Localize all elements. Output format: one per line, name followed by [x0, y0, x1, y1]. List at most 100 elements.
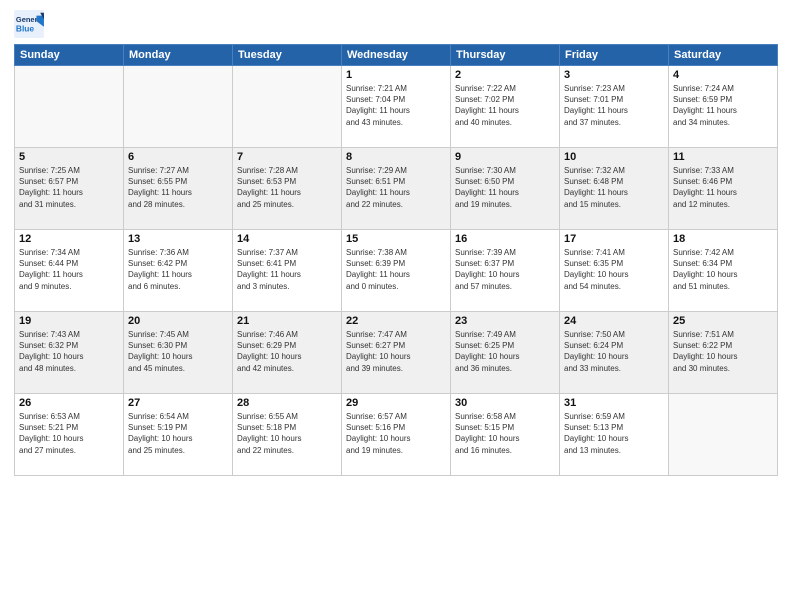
day-number: 1 [346, 69, 446, 81]
weekday-header: Tuesday [233, 45, 342, 66]
calendar-week-row: 19 Sunrise: 7:43 AM Sunset: 6:32 PM Dayli… [15, 312, 778, 394]
day-info: Sunrise: 6:54 AM Sunset: 5:19 PM Dayligh… [128, 411, 228, 456]
weekday-header-row: SundayMondayTuesdayWednesdayThursdayFrid… [15, 45, 778, 66]
day-number: 11 [673, 151, 773, 163]
logo: General Blue [14, 10, 44, 38]
day-number: 14 [237, 233, 337, 245]
calendar-week-row: 5 Sunrise: 7:25 AM Sunset: 6:57 PM Daylig… [15, 148, 778, 230]
day-info: Sunrise: 7:43 AM Sunset: 6:32 PM Dayligh… [19, 329, 119, 374]
calendar-cell: 8 Sunrise: 7:29 AM Sunset: 6:51 PM Daylig… [342, 148, 451, 230]
calendar-cell: 21Sunrise: 7:46 AM Sunset: 6:29 PM Dayli… [233, 312, 342, 394]
calendar-cell: 24 Sunrise: 7:50 AM Sunset: 6:24 PM Dayli… [560, 312, 669, 394]
calendar-cell: 29 Sunrise: 6:57 AM Sunset: 5:16 PM Dayli… [342, 394, 451, 476]
logo-icon: General Blue [14, 10, 44, 38]
weekday-header: Sunday [15, 45, 124, 66]
day-info: Sunrise: 7:37 AM Sunset: 6:41 PM Dayligh… [237, 247, 337, 292]
day-info: Sunrise: 7:29 AM Sunset: 6:51 PM Dayligh… [346, 165, 446, 210]
calendar-cell: 31 Sunrise: 6:59 AM Sunset: 5:13 PM Dayli… [560, 394, 669, 476]
day-info: Sunrise: 7:34 AM Sunset: 6:44 PM Dayligh… [19, 247, 119, 292]
calendar-cell: 15 Sunrise: 7:38 AM Sunset: 6:39 PM Dayli… [342, 230, 451, 312]
day-number: 17 [564, 233, 664, 245]
day-info: Sunrise: 7:24 AM Sunset: 6:59 PM Dayligh… [673, 83, 773, 128]
weekday-header: Monday [124, 45, 233, 66]
day-number: 5 [19, 151, 119, 163]
day-info: Sunrise: 6:53 AM Sunset: 5:21 PM Dayligh… [19, 411, 119, 456]
day-number: 22 [346, 315, 446, 327]
day-info: Sunrise: 7:27 AM Sunset: 6:55 PM Dayligh… [128, 165, 228, 210]
calendar-cell: 2Sunrise: 7:22 AM Sunset: 7:02 PM Daylig… [451, 66, 560, 148]
day-number: 15 [346, 233, 446, 245]
calendar-cell: 4 Sunrise: 7:24 AM Sunset: 6:59 PM Daylig… [669, 66, 778, 148]
calendar-cell: 25Sunrise: 7:51 AM Sunset: 6:22 PM Dayli… [669, 312, 778, 394]
day-info: Sunrise: 7:22 AM Sunset: 7:02 PM Dayligh… [455, 83, 555, 128]
svg-text:Blue: Blue [16, 23, 34, 33]
calendar-cell: 27 Sunrise: 6:54 AM Sunset: 5:19 PM Dayli… [124, 394, 233, 476]
day-number: 31 [564, 397, 664, 409]
calendar-cell: 16 Sunrise: 7:39 AM Sunset: 6:37 PM Dayli… [451, 230, 560, 312]
day-info: Sunrise: 6:55 AM Sunset: 5:18 PM Dayligh… [237, 411, 337, 456]
calendar-cell [15, 66, 124, 148]
day-info: Sunrise: 7:42 AM Sunset: 6:34 PM Dayligh… [673, 247, 773, 292]
calendar-week-row: 1 Sunrise: 7:21 AM Sunset: 7:04 PM Daylig… [15, 66, 778, 148]
day-number: 18 [673, 233, 773, 245]
day-number: 16 [455, 233, 555, 245]
calendar-cell: 30 Sunrise: 6:58 AM Sunset: 5:15 PM Dayli… [451, 394, 560, 476]
weekday-header: Saturday [669, 45, 778, 66]
day-number: 25 [673, 315, 773, 327]
calendar-cell: 9 Sunrise: 7:30 AM Sunset: 6:50 PM Daylig… [451, 148, 560, 230]
day-info: Sunrise: 7:46 AM Sunset: 6:29 PM Dayligh… [237, 329, 337, 374]
calendar-table: SundayMondayTuesdayWednesdayThursdayFrid… [14, 44, 778, 476]
day-info: Sunrise: 7:36 AM Sunset: 6:42 PM Dayligh… [128, 247, 228, 292]
day-info: Sunrise: 7:32 AM Sunset: 6:48 PM Dayligh… [564, 165, 664, 210]
calendar-cell [669, 394, 778, 476]
day-info: Sunrise: 6:58 AM Sunset: 5:15 PM Dayligh… [455, 411, 555, 456]
day-info: Sunrise: 7:25 AM Sunset: 6:57 PM Dayligh… [19, 165, 119, 210]
calendar-cell: 6Sunrise: 7:27 AM Sunset: 6:55 PM Daylig… [124, 148, 233, 230]
calendar-cell: 28 Sunrise: 6:55 AM Sunset: 5:18 PM Dayli… [233, 394, 342, 476]
weekday-header: Wednesday [342, 45, 451, 66]
day-info: Sunrise: 7:38 AM Sunset: 6:39 PM Dayligh… [346, 247, 446, 292]
day-info: Sunrise: 7:49 AM Sunset: 6:25 PM Dayligh… [455, 329, 555, 374]
calendar-cell: 18 Sunrise: 7:42 AM Sunset: 6:34 PM Dayli… [669, 230, 778, 312]
day-number: 24 [564, 315, 664, 327]
day-info: Sunrise: 7:50 AM Sunset: 6:24 PM Dayligh… [564, 329, 664, 374]
weekday-header: Thursday [451, 45, 560, 66]
day-number: 10 [564, 151, 664, 163]
day-info: Sunrise: 7:21 AM Sunset: 7:04 PM Dayligh… [346, 83, 446, 128]
day-info: Sunrise: 6:59 AM Sunset: 5:13 PM Dayligh… [564, 411, 664, 456]
calendar-week-row: 26 Sunrise: 6:53 AM Sunset: 5:21 PM Dayli… [15, 394, 778, 476]
day-number: 26 [19, 397, 119, 409]
calendar-cell: 7 Sunrise: 7:28 AM Sunset: 6:53 PM Daylig… [233, 148, 342, 230]
day-number: 23 [455, 315, 555, 327]
day-number: 4 [673, 69, 773, 81]
day-number: 9 [455, 151, 555, 163]
calendar-cell: 19 Sunrise: 7:43 AM Sunset: 6:32 PM Dayli… [15, 312, 124, 394]
calendar-cell: 11Sunrise: 7:33 AM Sunset: 6:46 PM Dayli… [669, 148, 778, 230]
day-number: 7 [237, 151, 337, 163]
day-number: 3 [564, 69, 664, 81]
day-info: Sunrise: 7:30 AM Sunset: 6:50 PM Dayligh… [455, 165, 555, 210]
calendar-cell: 14 Sunrise: 7:37 AM Sunset: 6:41 PM Dayli… [233, 230, 342, 312]
day-info: Sunrise: 7:47 AM Sunset: 6:27 PM Dayligh… [346, 329, 446, 374]
page-header: General Blue [14, 10, 778, 38]
day-number: 29 [346, 397, 446, 409]
day-info: Sunrise: 7:39 AM Sunset: 6:37 PM Dayligh… [455, 247, 555, 292]
calendar-cell: 12Sunrise: 7:34 AM Sunset: 6:44 PM Dayli… [15, 230, 124, 312]
day-info: Sunrise: 7:45 AM Sunset: 6:30 PM Dayligh… [128, 329, 228, 374]
calendar-cell: 23 Sunrise: 7:49 AM Sunset: 6:25 PM Dayli… [451, 312, 560, 394]
day-info: Sunrise: 7:28 AM Sunset: 6:53 PM Dayligh… [237, 165, 337, 210]
calendar-cell: 17Sunrise: 7:41 AM Sunset: 6:35 PM Dayli… [560, 230, 669, 312]
day-number: 19 [19, 315, 119, 327]
calendar-cell: 1 Sunrise: 7:21 AM Sunset: 7:04 PM Daylig… [342, 66, 451, 148]
day-number: 20 [128, 315, 228, 327]
calendar-cell [124, 66, 233, 148]
calendar-cell: 20 Sunrise: 7:45 AM Sunset: 6:30 PM Dayli… [124, 312, 233, 394]
day-number: 27 [128, 397, 228, 409]
day-info: Sunrise: 6:57 AM Sunset: 5:16 PM Dayligh… [346, 411, 446, 456]
day-number: 28 [237, 397, 337, 409]
calendar-week-row: 12Sunrise: 7:34 AM Sunset: 6:44 PM Dayli… [15, 230, 778, 312]
day-number: 30 [455, 397, 555, 409]
calendar-cell: 10 Sunrise: 7:32 AM Sunset: 6:48 PM Dayli… [560, 148, 669, 230]
day-number: 8 [346, 151, 446, 163]
calendar-cell: 26 Sunrise: 6:53 AM Sunset: 5:21 PM Dayli… [15, 394, 124, 476]
